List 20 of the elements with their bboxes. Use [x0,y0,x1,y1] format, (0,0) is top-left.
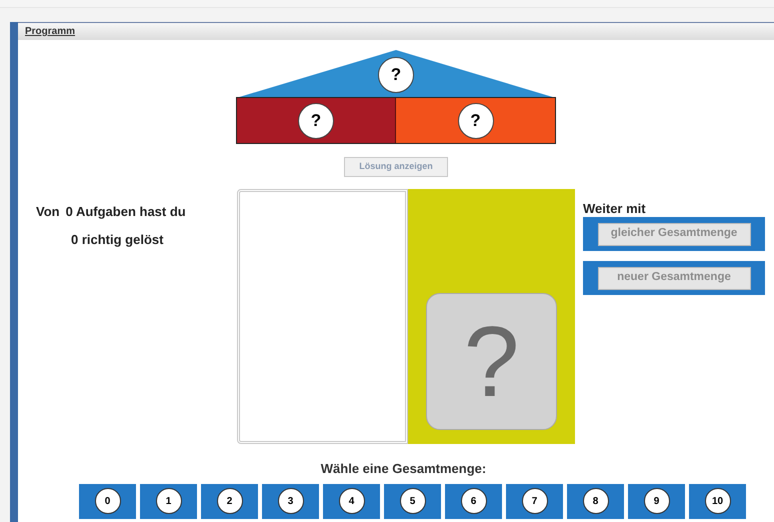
left-value: ? [298,102,334,138]
right-value: ? [458,102,494,138]
score-text: 0 richtig gelöst [70,230,164,249]
number-button[interactable]: 0 [79,484,136,518]
next-label: Weiter mit [583,201,647,217]
number-button[interactable]: 1 [140,484,197,518]
number-button[interactable]: 6 [445,484,502,518]
number-button[interactable]: 3 [262,484,319,518]
window-title: Programm [25,25,76,39]
number-button[interactable]: 5 [384,484,441,518]
number-button[interactable]: 2 [201,484,258,518]
question-card: ? [426,293,557,430]
number-button[interactable]: 10 [689,484,746,518]
score-text: 0 Aufgaben hast du [66,203,186,221]
number-button[interactable]: 4 [323,484,380,518]
number-button[interactable]: 7 [506,484,563,518]
score-text: Von [36,203,60,221]
number-button[interactable]: 9 [628,484,685,518]
choose-label: Wähle eine Gesamtmenge: [320,460,486,478]
number-button[interactable]: 8 [567,484,624,518]
